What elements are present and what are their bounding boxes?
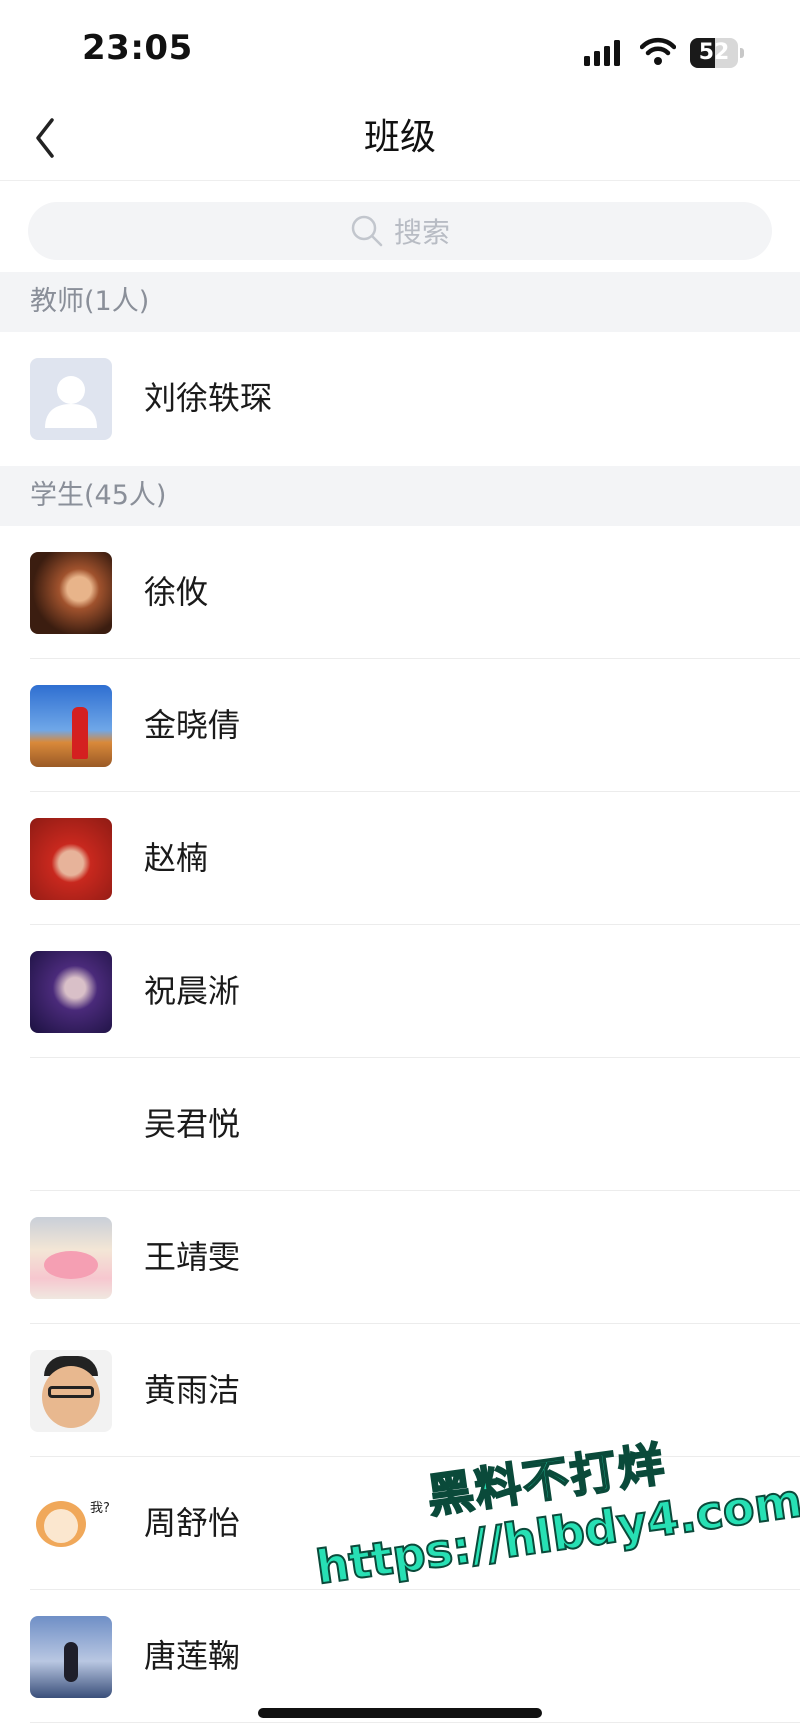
section-header-label: 教师(1人) (30, 286, 150, 317)
search-icon (351, 215, 383, 247)
list-item-student[interactable]: 徐攸 (0, 526, 800, 659)
avatar (30, 1084, 112, 1166)
avatar (30, 1217, 112, 1299)
list-item-student[interactable]: 赵楠 (0, 792, 800, 925)
list-item-student[interactable]: 金晓倩 (0, 659, 800, 792)
section-header-teachers: 教师(1人) (0, 272, 800, 332)
chevron-left-icon (36, 118, 54, 158)
nav-bar: 班级 (0, 96, 800, 181)
list-item-teacher[interactable]: 刘徐轶琛 (0, 332, 800, 465)
list-item-student[interactable]: 唐莲鞠 (0, 1590, 800, 1723)
avatar (30, 1616, 112, 1698)
wifi-icon (640, 37, 676, 65)
search-input[interactable]: 搜索 (28, 202, 772, 260)
page-title: 班级 (363, 117, 436, 158)
status-bar: 23:05 52 (0, 0, 800, 96)
battery-level-text: 52 (698, 40, 730, 65)
avatar (30, 685, 112, 767)
avatar (30, 951, 112, 1033)
list-item-student[interactable]: 王靖雯 (0, 1191, 800, 1324)
member-name: 王靖雯 (144, 1238, 241, 1276)
avatar (30, 818, 112, 900)
member-name: 徐攸 (144, 573, 209, 611)
section-header-label: 学生(45人) (30, 480, 167, 511)
member-name: 吴君悦 (144, 1105, 241, 1143)
cellular-signal-icon (584, 40, 620, 66)
list-item-student[interactable]: 我? 周舒怡 (0, 1457, 800, 1590)
status-time: 23:05 (82, 28, 193, 68)
member-name: 刘徐轶琛 (144, 379, 273, 417)
home-indicator (258, 1708, 542, 1718)
member-name: 周舒怡 (144, 1504, 241, 1542)
section-header-students: 学生(45人) (0, 466, 800, 526)
avatar (30, 552, 112, 634)
avatar (30, 1350, 112, 1432)
search-placeholder: 搜索 (393, 216, 450, 249)
list-item-student[interactable]: 祝晨淅 (0, 925, 800, 1058)
avatar: 我? (30, 1483, 112, 1565)
list-item-student[interactable]: 黄雨洁 (0, 1324, 800, 1457)
member-name: 金晓倩 (144, 706, 241, 744)
member-name: 祝晨淅 (144, 972, 241, 1010)
back-button[interactable] (22, 110, 78, 166)
list-item-student[interactable]: 吴君悦 (0, 1058, 800, 1191)
member-name: 黄雨洁 (144, 1371, 241, 1409)
member-name: 唐莲鞠 (144, 1637, 241, 1675)
battery-icon: 52 (690, 38, 744, 68)
default-avatar-icon (30, 358, 112, 440)
member-name: 赵楠 (144, 839, 209, 877)
